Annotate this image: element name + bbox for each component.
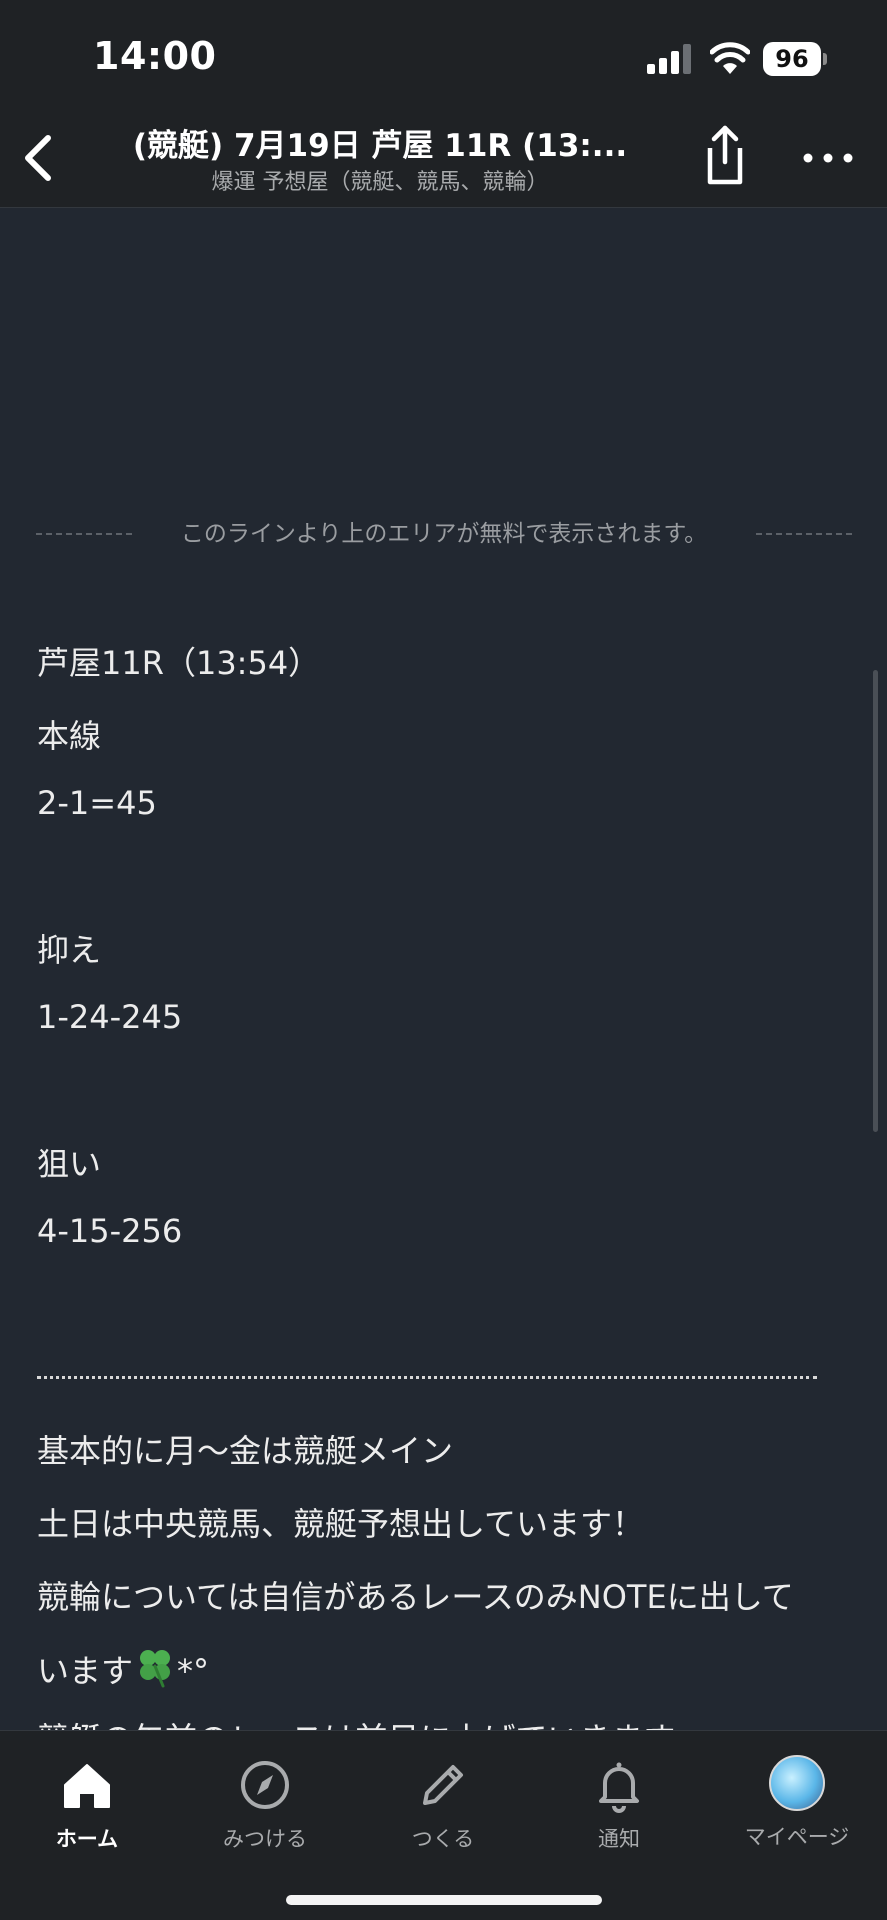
- race-heading: 芦屋11R（13:54）: [37, 644, 321, 682]
- battery-icon: 96: [763, 42, 827, 76]
- paywall-divider: このラインより上のエリアが無料で表示されます。: [36, 514, 852, 554]
- share-button[interactable]: [700, 124, 750, 188]
- nav-bar: (競艇) 7月19日 芦屋 11R (13:... 爆運 予想屋（競艇、競馬、競…: [0, 110, 887, 208]
- page-title: (競艇) 7月19日 芦屋 11R (13:...: [132, 128, 628, 164]
- note-line-3: 競輪については自信があるレースのみNOTEに出して: [37, 1578, 794, 1616]
- status-time: 14:00: [93, 34, 217, 78]
- target-pick-label: 狙い: [37, 1145, 102, 1183]
- dotted-divider: [37, 1376, 817, 1380]
- tab-discover-label: みつける: [223, 1827, 307, 1851]
- pencil-icon: [423, 1765, 463, 1805]
- four-leaf-clover-icon: [140, 1650, 171, 1688]
- tab-mypage-label: マイページ: [744, 1825, 850, 1849]
- tab-home[interactable]: ホーム: [12, 1745, 162, 1855]
- tab-home-label: ホーム: [55, 1827, 119, 1851]
- article-body: このラインより上のエリアが無料で表示されます。 芦屋11R（13:54） 本線 …: [0, 208, 887, 1730]
- cellular-signal-icon: [647, 44, 691, 74]
- status-bar: 14:00 96: [0, 0, 887, 110]
- wifi-icon: [710, 42, 750, 74]
- battery-level: 96: [775, 45, 809, 73]
- tab-notifications[interactable]: 通知: [544, 1745, 694, 1855]
- tab-discover[interactable]: みつける: [190, 1745, 340, 1855]
- tab-create-label: つくる: [411, 1827, 475, 1851]
- note-line-4: います *°: [37, 1644, 209, 1692]
- bell-icon: [599, 1762, 639, 1813]
- hold-pick-label: 抑え: [37, 931, 102, 969]
- home-icon: [64, 1764, 110, 1808]
- note-line-1: 基本的に月〜金は競艇メイン: [37, 1432, 454, 1470]
- note-line-2: 土日は中央競馬、競艇予想出しています！: [37, 1505, 645, 1543]
- tab-mypage[interactable]: マイページ: [722, 1745, 872, 1855]
- note-line-4-text: います: [37, 1652, 134, 1690]
- tab-bar: ホーム みつける つくる 通知 マイページ: [0, 1730, 887, 1920]
- author-name[interactable]: 爆運 予想屋（競艇、競馬、競輪）: [120, 164, 640, 196]
- main-pick-label: 本線: [37, 717, 102, 755]
- note-line-5: 競艇の午前のレースは前日に上げていきます: [37, 1714, 675, 1730]
- back-button[interactable]: [14, 130, 64, 186]
- main-pick-value: 2-1=45: [37, 784, 157, 822]
- scrollbar[interactable]: [873, 670, 878, 1132]
- compass-icon: [241, 1761, 289, 1809]
- target-pick-value: 4-15-256: [37, 1212, 183, 1250]
- tab-notifications-label: 通知: [598, 1827, 640, 1851]
- hold-pick-value: 1-24-245: [37, 998, 183, 1036]
- note-line-4-suffix: *°: [177, 1652, 210, 1690]
- home-indicator: [286, 1895, 602, 1905]
- tab-create[interactable]: つくる: [368, 1745, 518, 1855]
- paywall-notice: このラインより上のエリアが無料で表示されます。: [180, 521, 708, 547]
- more-options-button[interactable]: [800, 146, 856, 170]
- avatar: [769, 1755, 825, 1811]
